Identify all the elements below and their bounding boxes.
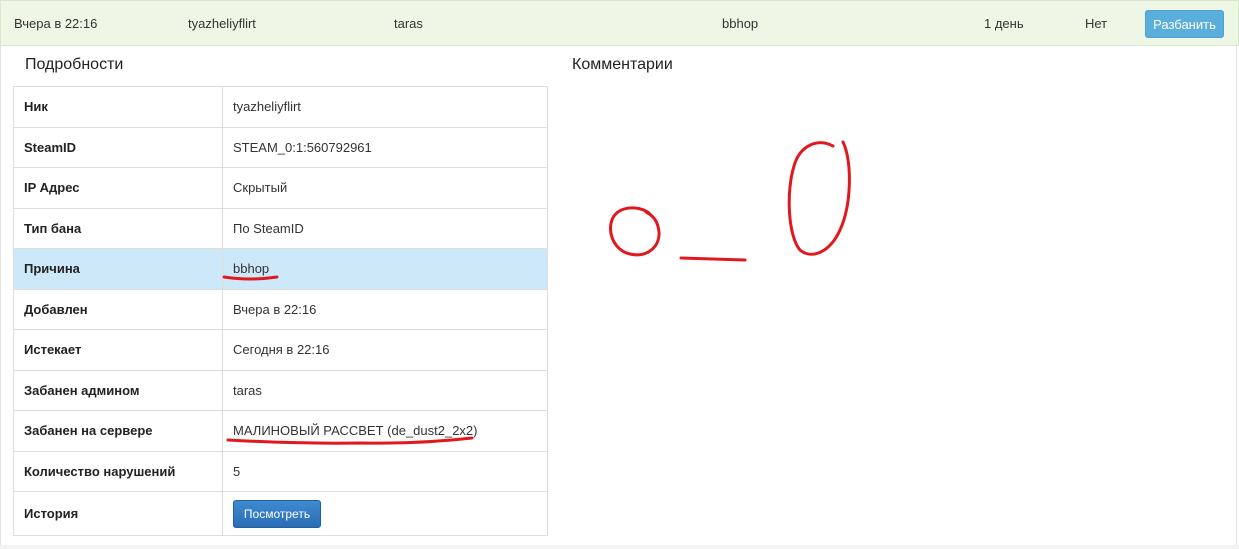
row-value-banned-by: taras (222, 369, 548, 411)
row-value-nick: tyazheliyflirt (222, 86, 548, 128)
table-row: IP Адрес Скрытый (13, 167, 548, 209)
row-label: Ник (13, 86, 223, 128)
row-label: Количество нарушений (13, 450, 223, 492)
table-row: История Посмотреть (13, 491, 548, 536)
row-label: Забанен на сервере (13, 410, 223, 452)
table-row: Забанен на сервере МАЛИНОВЫЙ РАССВЕТ (de… (13, 410, 548, 452)
row-label: Забанен админом (13, 369, 223, 411)
row-value-server: МАЛИНОВЫЙ РАССВЕТ (de_dust2_2x2) (222, 410, 548, 452)
table-row: Забанен админом taras (13, 369, 548, 411)
table-row: Добавлен Вчера в 22:16 (13, 288, 548, 330)
row-label: SteamID (13, 126, 223, 168)
row-label: Добавлен (13, 288, 223, 330)
summary-admin: taras (394, 16, 423, 31)
summary-expired: Нет (1085, 16, 1108, 31)
row-label: Истекает (13, 329, 223, 371)
table-row-highlighted: Причина bbhop (13, 248, 548, 290)
summary-length: 1 день (984, 16, 1024, 31)
ban-summary-row[interactable]: Вчера в 22:16 tyazheliyflirt taras bbhop… (0, 0, 1239, 46)
row-value-violations: 5 (222, 450, 548, 492)
row-value-ban-type: По SteamID (222, 207, 548, 249)
table-row: Количество нарушений 5 (13, 450, 548, 492)
row-history-cell: Посмотреть (222, 491, 548, 536)
table-row: Истекает Сегодня в 22:16 (13, 329, 548, 371)
table-row: Тип бана По SteamID (13, 207, 548, 249)
details-table: Ник tyazheliyflirt SteamID STEAM_0:1:560… (13, 86, 548, 536)
unban-button[interactable]: Разбанить (1145, 10, 1224, 38)
comments-title: Комментарии (572, 56, 673, 73)
row-label: Тип бана (13, 207, 223, 249)
details-title: Подробности (25, 56, 124, 73)
view-history-button[interactable]: Посмотреть (233, 499, 321, 528)
bottom-divider (0, 545, 1239, 549)
row-label: IP Адрес (13, 167, 223, 209)
row-value-expires: Сегодня в 22:16 (222, 329, 548, 371)
row-label: История (13, 491, 223, 536)
table-row: Ник tyazheliyflirt (13, 86, 548, 128)
row-value-added: Вчера в 22:16 (222, 288, 548, 330)
row-value-steamid: STEAM_0:1:560792961 (222, 126, 548, 168)
summary-reason: bbhop (722, 16, 759, 31)
row-value-reason: bbhop (222, 248, 548, 290)
summary-date: Вчера в 22:16 (14, 16, 98, 31)
table-row: SteamID STEAM_0:1:560792961 (13, 126, 548, 168)
row-value-ip: Скрытый (222, 167, 548, 209)
row-label: Причина (13, 248, 223, 290)
summary-nick: tyazheliyflirt (188, 16, 256, 31)
